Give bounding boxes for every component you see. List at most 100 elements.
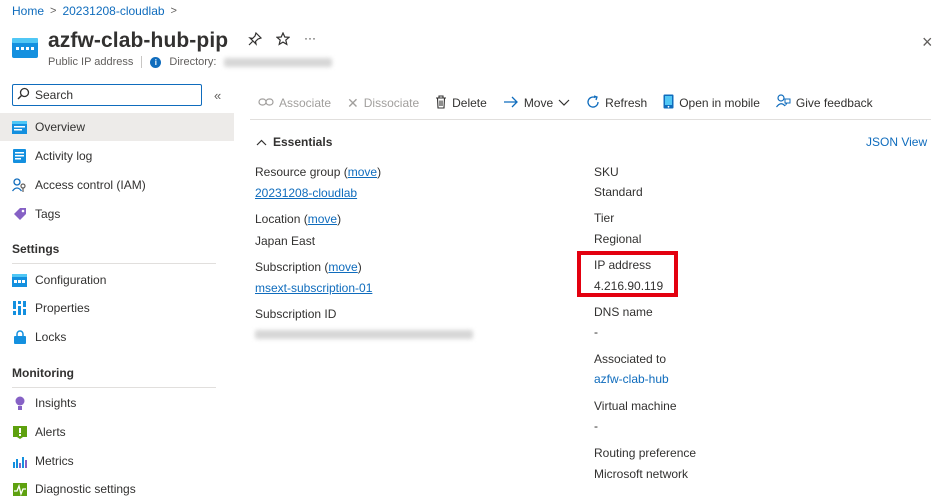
- page-title: azfw-clab-hub-pip: [48, 29, 229, 52]
- sidebar-item-label: Alerts: [35, 425, 66, 439]
- breadcrumb: Home > 20231208-cloudlab >: [12, 4, 177, 18]
- redacted-directory: [224, 57, 333, 67]
- sidebar-item-label: Metrics: [35, 454, 74, 468]
- link-icon: [258, 96, 274, 110]
- page-subtitle: Public IP address i Directory:: [48, 56, 333, 68]
- directory-label: Directory:: [169, 56, 217, 68]
- location-label-row: Location (move): [255, 212, 342, 226]
- ip-address-highlight-box: [577, 251, 678, 297]
- sidebar-item-tags[interactable]: Tags: [0, 200, 234, 228]
- search-box[interactable]: [12, 84, 202, 106]
- properties-icon: [12, 301, 27, 316]
- sidebar-item-label: Diagnostic settings: [35, 482, 136, 496]
- sku-label: SKU: [594, 165, 619, 179]
- refresh-icon: [586, 94, 600, 112]
- dns-name-value: -: [594, 325, 598, 339]
- pin-icon[interactable]: [248, 31, 263, 50]
- location-value: Japan East: [255, 234, 316, 248]
- mobile-icon: [663, 94, 674, 112]
- move-label: Move: [523, 96, 554, 110]
- diagnostic-settings-icon: [12, 482, 27, 497]
- sidebar-item-metrics[interactable]: Metrics: [0, 447, 234, 475]
- resource-group-value[interactable]: 20231208-cloudlab: [255, 186, 357, 200]
- close-icon[interactable]: ×: [922, 32, 933, 53]
- arrow-right-icon: [503, 96, 519, 111]
- collapse-sidebar-icon[interactable]: «: [214, 88, 221, 103]
- sidebar-item-diagnostic-settings[interactable]: Diagnostic settings: [0, 475, 234, 503]
- sidebar-item-configuration[interactable]: Configuration: [0, 266, 234, 294]
- location-label: Location: [255, 212, 301, 226]
- breadcrumb-home[interactable]: Home: [12, 4, 44, 18]
- settings-heading: Settings: [12, 242, 60, 256]
- delete-button[interactable]: Delete: [435, 94, 487, 112]
- refresh-label: Refresh: [605, 96, 648, 110]
- give-feedback-label: Give feedback: [795, 96, 873, 110]
- sku-value: Standard: [594, 185, 643, 199]
- divider: [141, 56, 143, 68]
- command-bar: Associate ✕ Dissociate Delete Move Refre…: [258, 94, 873, 112]
- delete-label: Delete: [452, 96, 487, 110]
- divider: [12, 263, 216, 264]
- divider: [250, 119, 931, 120]
- move-button[interactable]: Move: [503, 96, 570, 111]
- associate-label: Associate: [279, 96, 332, 110]
- subscription-id-label: Subscription ID: [255, 307, 337, 321]
- subscription-value[interactable]: msext-subscription-01: [255, 281, 372, 295]
- open-in-mobile-button[interactable]: Open in mobile: [663, 94, 760, 112]
- redacted-subscription-id: [255, 330, 473, 339]
- associated-to-value[interactable]: azfw-clab-hub: [594, 372, 669, 386]
- sidebar-item-insights[interactable]: Insights: [0, 389, 234, 417]
- move-resource-group-link[interactable]: move: [348, 165, 377, 179]
- search-input[interactable]: [35, 88, 185, 102]
- monitoring-heading: Monitoring: [12, 366, 74, 380]
- give-feedback-button[interactable]: Give feedback: [775, 94, 873, 112]
- star-icon[interactable]: [275, 31, 291, 50]
- sidebar-item-label: Properties: [35, 301, 90, 315]
- sidebar-item-label: Locks: [35, 330, 67, 344]
- move-location-link[interactable]: move: [308, 212, 337, 226]
- chevron-right-icon: >: [170, 5, 177, 17]
- sidebar-item-alerts[interactable]: Alerts: [0, 418, 234, 446]
- divider: [12, 387, 216, 388]
- sidebar-item-label: Overview: [35, 120, 86, 134]
- public-ip-icon: [12, 36, 38, 60]
- sidebar-item-locks[interactable]: Locks: [0, 323, 234, 351]
- resource-type-label: Public IP address: [48, 56, 134, 68]
- activity-log-icon: [12, 149, 27, 164]
- sidebar-item-label: Configuration: [35, 273, 107, 287]
- chevron-up-icon: [256, 135, 267, 149]
- dns-name-label: DNS name: [594, 305, 653, 319]
- sidebar-item-label: Tags: [35, 207, 61, 221]
- sidebar-item-label: Activity log: [35, 149, 93, 163]
- more-options-icon[interactable]: ···: [304, 31, 316, 50]
- routing-preference-value: Microsoft network: [594, 467, 689, 481]
- virtual-machine-label: Virtual machine: [594, 399, 677, 413]
- insights-icon: [12, 396, 27, 411]
- search-icon: [17, 87, 30, 103]
- dissociate-label: Dissociate: [363, 96, 420, 110]
- chevron-down-icon: [558, 96, 570, 110]
- feedback-icon: [775, 94, 791, 112]
- configuration-icon: [12, 273, 27, 288]
- title-actions: ···: [248, 31, 316, 50]
- essentials-toggle[interactable]: Essentials: [256, 135, 332, 149]
- sidebar-item-label: Insights: [35, 396, 77, 410]
- associate-button[interactable]: Associate: [258, 96, 331, 110]
- breadcrumb-resource-group[interactable]: 20231208-cloudlab: [62, 4, 164, 18]
- sidebar-item-overview[interactable]: Overview: [0, 113, 234, 141]
- move-subscription-link[interactable]: move: [328, 260, 357, 274]
- metrics-icon: [12, 454, 27, 469]
- sidebar-item-activity-log[interactable]: Activity log: [0, 142, 234, 170]
- tier-label: Tier: [594, 211, 615, 225]
- resource-group-label: Resource group: [255, 165, 341, 179]
- sidebar-item-label: Access control (IAM): [35, 178, 146, 192]
- json-view-link[interactable]: JSON View: [866, 135, 927, 149]
- sidebar-item-properties[interactable]: Properties: [0, 294, 234, 322]
- tag-icon: [12, 207, 27, 222]
- subscription-label-row: Subscription (move): [255, 260, 362, 274]
- refresh-button[interactable]: Refresh: [586, 94, 648, 112]
- lock-icon: [12, 330, 27, 345]
- iam-icon: [12, 177, 27, 193]
- sidebar-item-access-control[interactable]: Access control (IAM): [0, 171, 234, 199]
- dissociate-button[interactable]: ✕ Dissociate: [347, 95, 419, 112]
